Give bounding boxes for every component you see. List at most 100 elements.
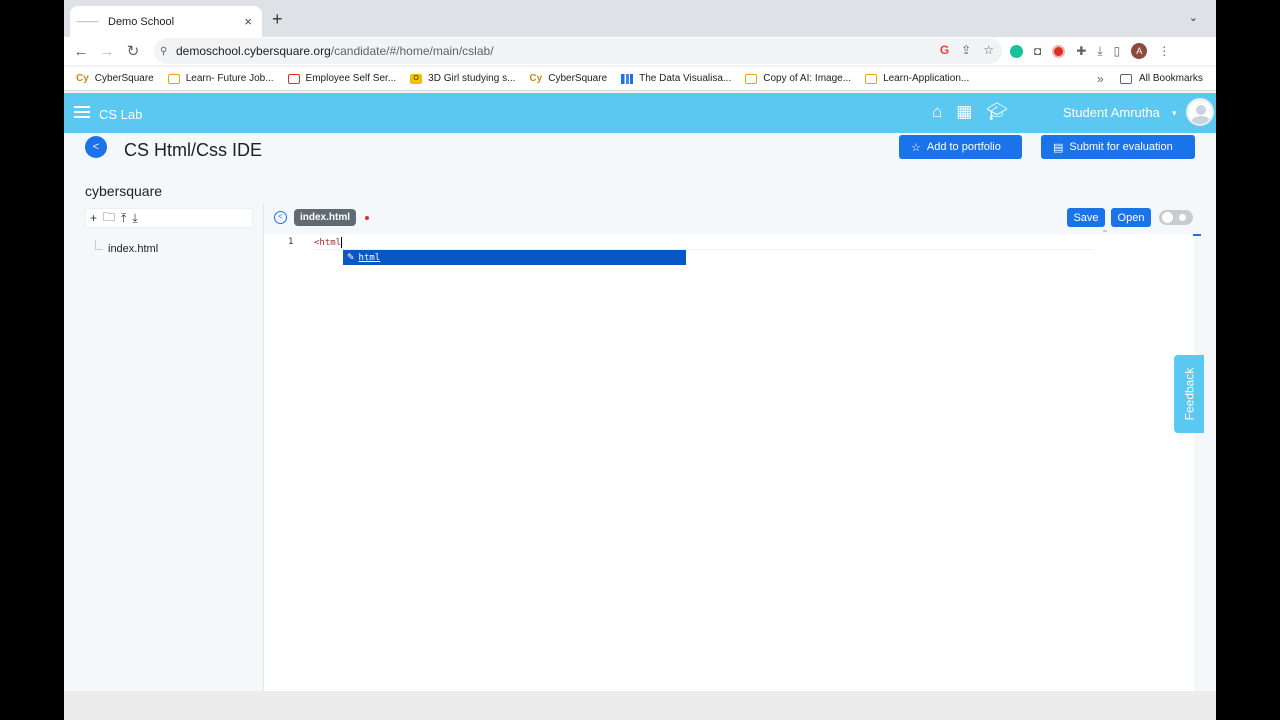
bookmark-label: Employee Self Ser...	[305, 73, 397, 84]
toggle-knob	[1179, 214, 1186, 221]
hamburger-menu-icon[interactable]	[74, 106, 90, 118]
cybersquare-icon: Cy	[76, 73, 89, 84]
feedback-label: Feedback	[1182, 367, 1197, 421]
window-bottom-bar	[64, 691, 1216, 720]
cybersquare-icon: Cy	[529, 73, 543, 84]
bookmark-label: Copy of AI: Image...	[763, 73, 852, 84]
new-tab-button[interactable]: +	[272, 9, 283, 29]
bookmark-item[interactable]: O 3D Girl studying s...	[410, 73, 515, 84]
folder-icon	[167, 73, 180, 84]
film-icon[interactable]: ▦	[956, 102, 972, 122]
downloads-icon[interactable]: ⤓	[1097, 44, 1102, 59]
bookmark-label: Learn- Future Job...	[185, 73, 274, 84]
bookmark-label: 3D Girl studying s...	[428, 73, 516, 84]
add-to-portfolio-button[interactable]: ☆ Add to portfolio	[899, 135, 1022, 159]
bookmark-label: The Data Visualisa...	[639, 73, 732, 84]
code-area[interactable]: 1 <html ✎ html	[264, 230, 1201, 691]
url-host: demoschool.cybersquare.org	[176, 44, 331, 58]
forward-arrow-icon[interactable]: →	[94, 43, 120, 60]
omnibox-actions: G ⇪ ☆	[940, 43, 994, 57]
submit-for-evaluation-button[interactable]: ▤ Submit for evaluation	[1041, 135, 1195, 159]
bookmark-label: CyberSquare	[548, 73, 608, 84]
new-file-icon[interactable]: +	[90, 211, 97, 225]
ruler-mark	[1103, 230, 1107, 232]
extensions-puzzle-icon[interactable]: ✚	[1076, 44, 1086, 58]
bookmark-item[interactable]: Learn-Application...	[865, 73, 969, 84]
bookmarks-bar: Cy CyberSquare Learn- Future Job... Emplo…	[64, 67, 1216, 91]
app-title: CS Lab	[99, 107, 143, 122]
site-info-icon[interactable]: ⚲	[160, 46, 176, 57]
chart-icon	[621, 73, 634, 84]
user-name[interactable]: Student Amrutha	[1063, 105, 1160, 120]
browser-tab[interactable]: ——— Demo School ×	[70, 6, 262, 37]
close-tab-icon[interactable]: ×	[244, 14, 252, 29]
download-icon[interactable]: ⤓	[132, 211, 137, 226]
share-icon[interactable]: ⇪	[961, 43, 971, 57]
portal-icon	[287, 73, 300, 84]
url-path: /candidate/#/home/main/cslab/	[330, 44, 494, 58]
new-folder-icon[interactable]: 🗀︎	[103, 208, 115, 229]
file-tree-item[interactable]: index.html	[108, 243, 158, 255]
code-line[interactable]: <html	[314, 237, 343, 248]
file-toolbar: + 🗀︎ ⤒ ⤓	[85, 208, 253, 228]
wrench-icon: ✎	[347, 252, 355, 262]
code-line-text: <html	[314, 238, 342, 248]
tab-strip: ——— Demo School × + ⌄	[64, 0, 1216, 37]
record-extension-icon[interactable]	[1052, 44, 1066, 58]
all-bookmarks-button[interactable]: All Bookmarks	[1120, 73, 1203, 84]
extension-icons: ◘ ✚ ⤓ ▯ A ⋮	[1010, 43, 1170, 59]
bookmark-item[interactable]: Cy CyberSquare	[529, 73, 607, 84]
user-avatar[interactable]	[1186, 98, 1214, 126]
home-icon[interactable]: ⌂	[932, 102, 942, 122]
app-header: CS Lab ⌂ ▦ 🎓︎ Student Amrutha ▾	[64, 93, 1216, 133]
bookmark-item[interactable]: Cy CyberSquare	[76, 73, 154, 84]
address-bar[interactable]: ⚲ demoschool.cybersquare.org /candidate/…	[154, 38, 1002, 64]
open-button[interactable]: Open	[1111, 208, 1151, 227]
grammarly-extension-icon[interactable]	[1010, 44, 1023, 58]
side-panel-icon[interactable]: ▯	[1114, 44, 1121, 58]
more-bookmarks-icon[interactable]: »	[1097, 72, 1104, 86]
bookmark-item[interactable]: Employee Self Ser...	[287, 73, 397, 84]
page-title: CS Html/Css IDE	[124, 140, 263, 160]
tab-search-chevron-icon[interactable]: ⌄	[1189, 11, 1198, 24]
screenshot-extension-icon[interactable]: ◘	[1034, 44, 1041, 58]
image-site-icon: O	[410, 73, 423, 84]
graduation-cap-icon[interactable]: 🎓︎	[986, 102, 1008, 122]
book-icon: ▤	[1053, 141, 1064, 154]
active-line-highlight	[314, 236, 1094, 250]
bookmark-item[interactable]: Copy of AI: Image...	[745, 73, 851, 84]
editor-file-tab[interactable]: index.html	[294, 209, 357, 226]
profile-avatar[interactable]: A	[1131, 43, 1148, 59]
bookmark-item[interactable]: Learn- Future Job...	[167, 73, 274, 84]
bookmark-star-icon[interactable]: ☆	[983, 43, 994, 57]
theme-toggle[interactable]	[1159, 210, 1193, 225]
site-favicon-icon: ———	[76, 17, 99, 26]
bookmark-item[interactable]: The Data Visualisa...	[621, 73, 731, 84]
bookmark-label: CyberSquare	[94, 73, 154, 84]
browser-menu-icon[interactable]: ⋮	[1158, 44, 1170, 58]
text-cursor	[341, 237, 343, 248]
header-nav-icons: ⌂ ▦ 🎓︎	[932, 102, 1008, 122]
back-arrow-icon[interactable]: ←	[68, 43, 94, 60]
user-menu-chevron-icon[interactable]: ▾	[1172, 108, 1177, 119]
browser-window: ——— Demo School × + ⌄ ← → ↻ ⚲ demoschool…	[64, 0, 1216, 720]
scrollbar-marker	[1193, 234, 1201, 236]
autocomplete-suggestion[interactable]: ✎ html	[343, 250, 686, 265]
folder-icon	[745, 73, 758, 84]
folder-icon	[865, 73, 878, 84]
back-button[interactable]: <	[85, 136, 107, 158]
editor-tab-bar: < index.html Save Open	[264, 204, 1194, 234]
submit-label: Submit for evaluation	[1069, 141, 1173, 153]
save-button[interactable]: Save	[1067, 208, 1105, 227]
reload-icon[interactable]: ↻	[120, 42, 146, 60]
feedback-tab[interactable]: Feedback	[1174, 355, 1204, 433]
unsaved-indicator	[365, 216, 369, 220]
bookmark-label: Learn-Application...	[883, 73, 970, 84]
google-lens-icon[interactable]: G	[940, 43, 949, 57]
tab-back-icon[interactable]: <	[274, 211, 287, 224]
tab-title: Demo School	[108, 15, 175, 28]
all-bookmarks-label: All Bookmarks	[1139, 73, 1203, 84]
cs-lab-app: CS Lab ⌂ ▦ 🎓︎ Student Amrutha ▾ < CS Htm…	[64, 93, 1216, 691]
star-icon: ☆	[911, 141, 921, 154]
upload-icon[interactable]: ⤒	[121, 211, 126, 226]
